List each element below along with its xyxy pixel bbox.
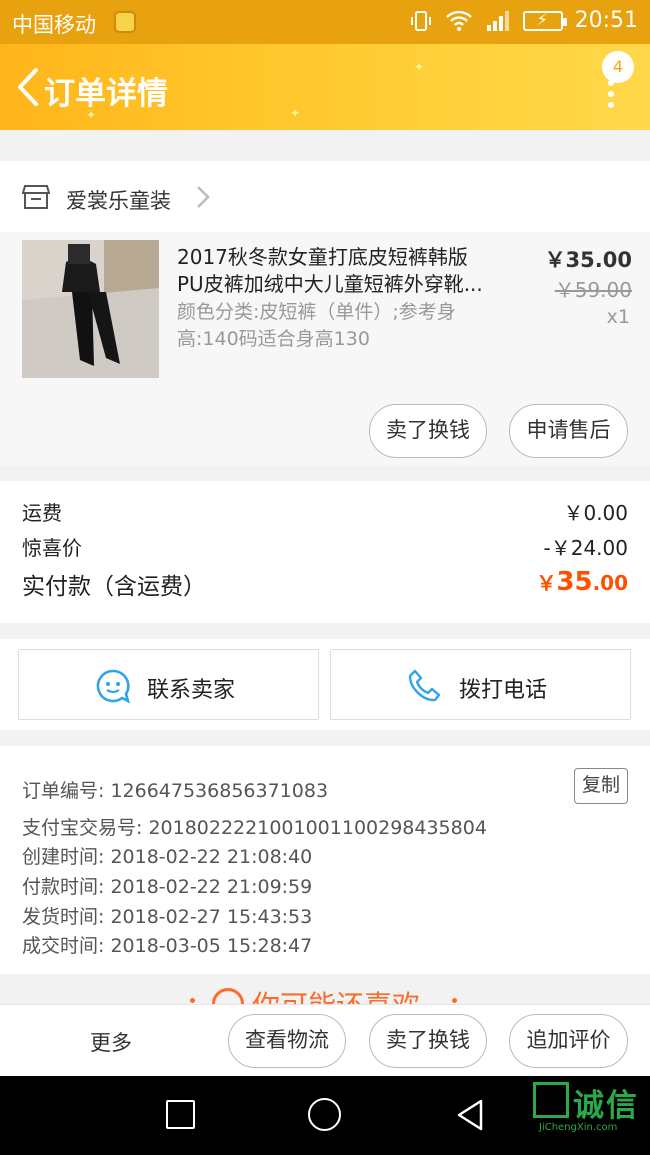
product-quantity: x1	[606, 306, 630, 328]
product-title-line2: PU皮裤加绒中大儿童短裤外穿靴...	[177, 272, 483, 296]
after-sale-button[interactable]: 申请售后	[509, 404, 628, 458]
call-phone-label: 拨打电话	[459, 678, 548, 703]
created-time: 创建时间: 2018-02-22 21:08:40	[22, 846, 313, 868]
shipping-value: ￥0.00	[563, 501, 628, 525]
order-info: 订单编号: 1266475368563710​83 复制 支付宝交易号: 201…	[0, 746, 650, 974]
resell-button[interactable]: 卖了换钱	[369, 404, 487, 458]
signal-icon	[486, 10, 509, 31]
paid-time: 付款时间: 2018-02-22 21:09:59	[22, 876, 313, 898]
home-icon[interactable]	[308, 1098, 341, 1131]
notification-badge: 4	[602, 51, 634, 83]
recommend-label: 你可能还喜欢	[252, 984, 420, 1004]
discount-row: 惊喜价 -￥24.00	[22, 532, 628, 561]
vibrate-icon	[410, 10, 431, 31]
copy-button[interactable]: 复制	[574, 768, 628, 804]
order-totals: 运费 ￥0.00 惊喜价 -￥24.00 实付款（含运费） ￥35.00	[0, 481, 650, 623]
paid-label: 实付款（含运费）	[22, 574, 206, 600]
heart-icon	[212, 988, 244, 1004]
product-title[interactable]: 2017秋冬款女童打底皮短裤韩版 PU皮裤加绒中大儿童短裤外穿靴...	[177, 244, 507, 298]
discount-value: -￥24.00	[543, 536, 628, 560]
wifi-icon	[445, 10, 472, 31]
store-icon	[22, 185, 50, 209]
alipay-trade-number: 支付宝交易号: 2018022221001001100298435804	[22, 817, 487, 839]
call-phone-button[interactable]: 拨打电话	[330, 649, 631, 720]
status-icons: ⚡ 20:51	[409, 8, 638, 33]
paid-integer: 35	[556, 567, 593, 597]
phone-icon	[408, 669, 441, 702]
shop-name: 爱裳乐童装	[66, 189, 171, 213]
back-triangle-icon[interactable]	[455, 1098, 485, 1132]
order-number: 订单编号: 1266475368563710​83	[22, 780, 329, 802]
contact-seller-button[interactable]: 联系卖家	[18, 649, 319, 720]
carrier-name: 中国移动	[12, 13, 96, 37]
discount-label: 惊喜价	[22, 536, 82, 560]
recents-icon[interactable]	[166, 1100, 195, 1129]
shop-row[interactable]: 爱裳乐童装	[0, 161, 650, 232]
recommend-header: 你可能还喜欢	[0, 974, 650, 1004]
bottom-action-bar: 更多 查看物流 卖了换钱 追加评价	[0, 1004, 650, 1076]
status-bar: 中国移动 ⚡ 20:51	[0, 0, 650, 44]
paid-value: ￥35.00	[536, 567, 628, 597]
title-bar: ✦ ✦ ✦ 订单详情 4	[0, 44, 650, 130]
shipping-label: 运费	[22, 501, 62, 525]
overflow-menu-icon[interactable]	[608, 80, 616, 110]
product-sku: 颜色分类:皮短裤（单件）;参考身高:140码适合身高130	[177, 301, 456, 350]
completed-time: 成交时间: 2018-03-05 15:28:47	[22, 935, 313, 957]
product-thumbnail[interactable]	[22, 240, 159, 378]
paid-currency: ￥	[536, 571, 557, 595]
watermark-seal-icon	[533, 1082, 569, 1118]
resell-bottom-button[interactable]: 卖了换钱	[369, 1014, 487, 1068]
product-title-line1: 2017秋冬款女童打底皮短裤韩版	[177, 245, 468, 269]
paid-row: 实付款（含运费） ￥35.00	[22, 567, 628, 601]
watermark-subtext: JiChengXin.com	[539, 1122, 618, 1133]
back-arrow-icon[interactable]	[12, 66, 44, 108]
chevron-right-icon	[197, 186, 210, 208]
shipped-time: 发货时间: 2018-02-27 15:43:53	[22, 906, 313, 928]
product-price: ￥35.00	[544, 248, 632, 272]
chat-bubble-icon	[96, 669, 131, 704]
shipping-row: 运费 ￥0.00	[22, 497, 628, 526]
product-item[interactable]: 2017秋冬款女童打底皮短裤韩版 PU皮裤加绒中大儿童短裤外穿靴... 颜色分类…	[0, 232, 650, 465]
contact-section: 联系卖家 拨打电话	[0, 639, 650, 730]
view-logistics-button[interactable]: 查看物流	[228, 1014, 346, 1068]
product-original-price: ￥59.00	[554, 278, 632, 302]
battery-icon: ⚡	[522, 10, 567, 31]
page-title: 订单详情	[44, 76, 168, 112]
clock: 20:51	[574, 8, 638, 33]
add-review-button[interactable]: 追加评价	[509, 1014, 628, 1068]
paid-decimal: .00	[592, 571, 628, 595]
contact-seller-label: 联系卖家	[147, 678, 236, 703]
carrier-app-icon	[114, 11, 136, 33]
watermark-logo: 诚信 JiChengXin.com	[533, 1080, 647, 1140]
more-button[interactable]: 更多	[90, 1027, 132, 1057]
watermark-text: 诚信	[573, 1088, 639, 1124]
